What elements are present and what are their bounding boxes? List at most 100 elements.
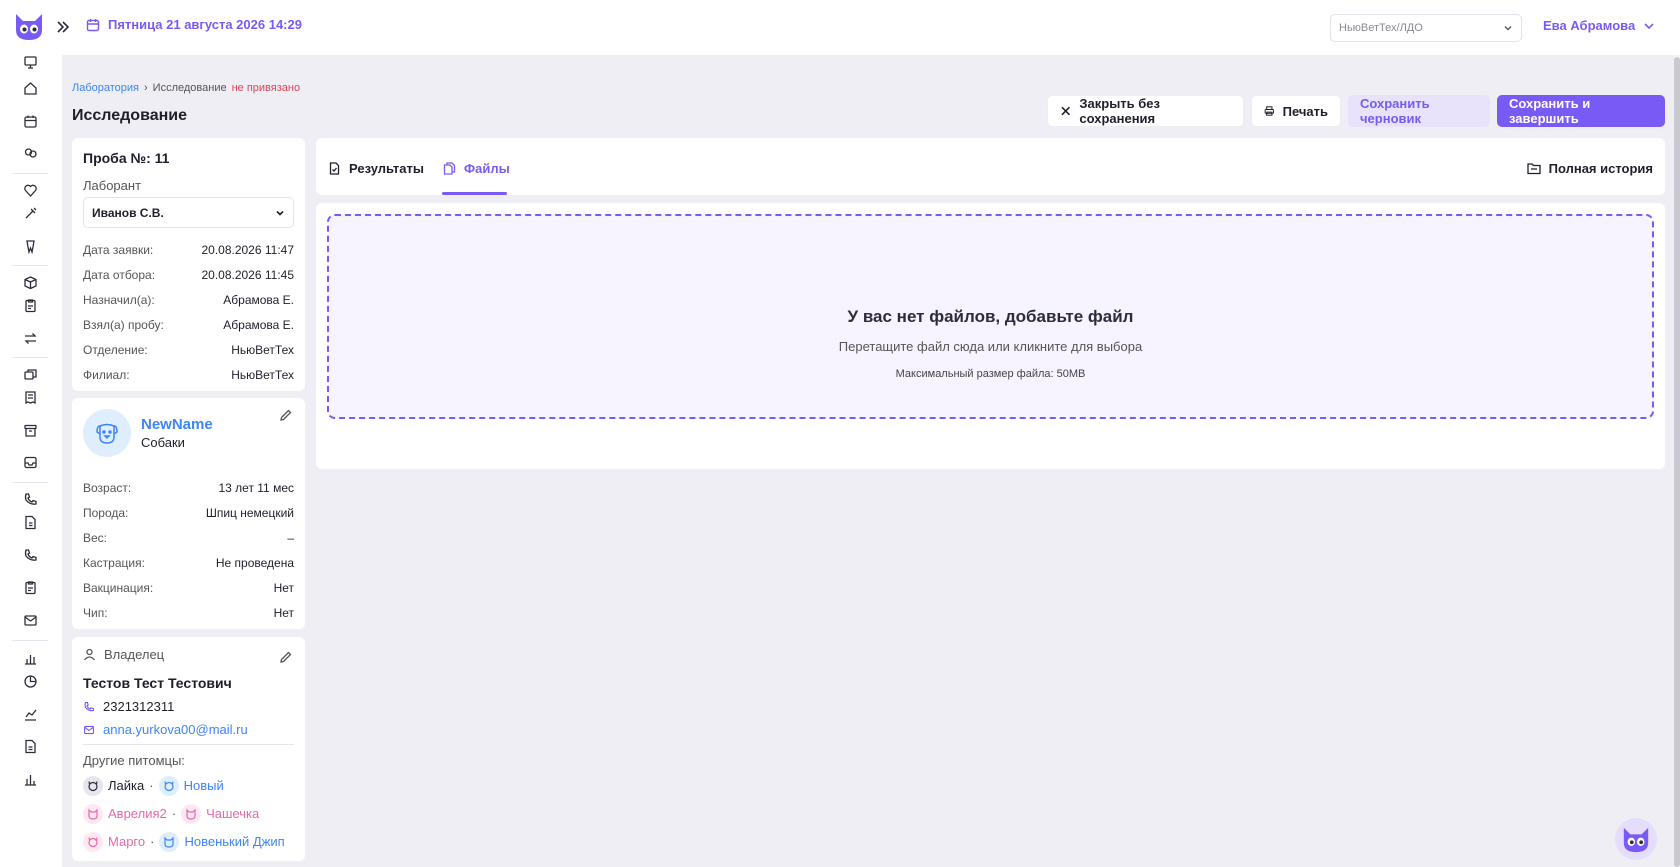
box-icon[interactable] xyxy=(23,275,38,290)
chevron-down-icon xyxy=(1644,22,1654,29)
cat-icon xyxy=(83,803,103,824)
owner-phone[interactable]: 2321312311 xyxy=(83,699,294,714)
pet-card: NewName Собаки Возраст: 13 лет 11 мес Пор… xyxy=(72,398,305,629)
dropzone-max-size: Максимальный размер файла: 50MB xyxy=(895,368,1086,380)
tabs-bar: Результаты Файлы Полная история xyxy=(316,138,1665,195)
print-button[interactable]: Печать xyxy=(1251,95,1341,127)
save-draft-button[interactable]: Сохранить черновик xyxy=(1348,95,1490,127)
archive-icon[interactable] xyxy=(23,423,38,438)
inbox-icon[interactable] xyxy=(23,455,38,470)
sample-detail-row: Дата заявки: 20.08.2026 11:47 xyxy=(83,237,294,262)
owner-email-value: anna.yurkova00@mail.ru xyxy=(103,722,248,737)
tab-files[interactable]: Файлы xyxy=(443,161,510,176)
dropzone-title: У вас нет файлов, добавьте файл xyxy=(847,307,1134,326)
line-chart-icon[interactable] xyxy=(23,707,38,722)
pie-chart-icon[interactable] xyxy=(23,674,38,689)
tab-results[interactable]: Результаты xyxy=(328,161,424,176)
other-pet-link[interactable]: Лайка xyxy=(108,778,144,793)
monitor-icon[interactable] xyxy=(23,55,38,70)
save-finish-label: Сохранить и завершить xyxy=(1509,96,1591,126)
lab-assistant-label: Лаборант xyxy=(83,178,142,193)
mail-icon[interactable] xyxy=(23,613,38,628)
clipboard-icon[interactable] xyxy=(23,298,38,313)
bar-chart-icon[interactable] xyxy=(23,651,38,666)
sidebar xyxy=(0,55,62,867)
detail-label: Чип: xyxy=(83,605,108,620)
dog-icon xyxy=(96,423,118,444)
full-history-button[interactable]: Полная история xyxy=(1526,161,1653,176)
page-scrollbar[interactable] xyxy=(1674,55,1680,867)
chevron-down-icon xyxy=(276,210,284,216)
receipt-icon[interactable] xyxy=(23,390,38,405)
cat-logo-icon[interactable] xyxy=(12,10,46,42)
detail-value: НьюВетТех xyxy=(231,342,294,357)
stack-icon[interactable] xyxy=(23,367,38,382)
lab-assistant-value: Иванов С.В. xyxy=(92,205,164,220)
phone-icon[interactable] xyxy=(23,492,38,507)
detail-label: Вакцинация: xyxy=(83,580,154,595)
owner-email[interactable]: anna.yurkova00@mail.ru xyxy=(83,722,294,737)
transfer-icon[interactable] xyxy=(23,331,38,346)
syringe-icon[interactable] xyxy=(23,206,38,221)
detail-label: Взял(а) пробу: xyxy=(83,317,164,332)
other-pets-label: Другие питомцы: xyxy=(83,753,185,768)
tab-results-label: Результаты xyxy=(349,161,424,176)
mail-icon xyxy=(84,725,94,734)
breadcrumb-separator: › xyxy=(144,82,148,94)
phone-call-icon[interactable] xyxy=(23,548,38,563)
detail-label: Назначил(а): xyxy=(83,292,155,307)
current-datetime: Пятница 21 августа 2026 14:29 xyxy=(86,17,302,32)
statistics-icon[interactable] xyxy=(23,772,38,787)
clipboard-list-icon[interactable] xyxy=(23,580,38,595)
sidebar-divider xyxy=(12,640,48,641)
sample-title: Проба №: 11 xyxy=(83,150,170,166)
detail-value: 20.08.2026 11:47 xyxy=(201,242,294,257)
expand-sidebar-icon[interactable] xyxy=(55,19,71,35)
heart-icon[interactable] xyxy=(23,183,38,198)
assistant-chat-button[interactable] xyxy=(1615,818,1657,860)
other-pet-link[interactable]: Марго xyxy=(108,834,145,849)
pet-name[interactable]: NewName xyxy=(141,416,213,433)
breadcrumb-status: не привязано xyxy=(231,82,301,94)
detail-label: Порода: xyxy=(83,505,129,520)
other-pet-link[interactable]: Аврелия2 xyxy=(108,806,167,821)
sample-details: Дата заявки: 20.08.2026 11:47 Дата отбора… xyxy=(83,237,294,387)
detail-value: 20.08.2026 11:45 xyxy=(201,267,294,282)
breadcrumb-laboratory-link[interactable]: Лаборатория xyxy=(72,82,139,94)
pet-header: NewName Собаки xyxy=(83,408,294,458)
document-icon[interactable] xyxy=(23,515,38,530)
detail-value: Нет xyxy=(273,605,294,620)
pet-detail-row: Вес: – xyxy=(83,525,294,550)
branch-select[interactable]: НьюВетТех/ЛДО xyxy=(1330,14,1522,42)
file-dropzone[interactable]: У вас нет файлов, добавьте файл Перетащи… xyxy=(327,214,1654,419)
close-without-saving-button[interactable]: Закрыть без сохранения xyxy=(1047,95,1244,127)
other-pet-link[interactable]: Чашечка xyxy=(206,806,259,821)
edit-pencil-icon[interactable] xyxy=(279,650,293,664)
report-icon[interactable] xyxy=(23,739,38,754)
scrollbar-thumb[interactable] xyxy=(1674,57,1680,867)
detail-value: – xyxy=(287,530,294,545)
home-icon[interactable] xyxy=(23,81,38,96)
dog-icon xyxy=(158,775,179,796)
save-and-finish-button[interactable]: Сохранить и завершить xyxy=(1497,95,1665,127)
edit-pencil-icon[interactable] xyxy=(279,408,293,422)
detail-value: Абрамова Е. xyxy=(223,292,294,307)
owner-divider xyxy=(83,744,294,745)
separator-dot: · xyxy=(150,834,155,849)
tooth-icon[interactable] xyxy=(23,239,38,254)
detail-value: Абрамова Е. xyxy=(223,317,294,332)
users-icon[interactable] xyxy=(23,146,38,161)
other-pet-link[interactable]: Новый xyxy=(184,778,224,793)
pet-details: Возраст: 13 лет 11 мес Порода: Шпиц немецк… xyxy=(83,475,294,625)
user-menu[interactable]: Ева Абрамова xyxy=(1543,18,1655,33)
calendar-icon[interactable] xyxy=(23,114,38,129)
lab-assistant-select[interactable]: Иванов С.В. xyxy=(83,197,294,228)
detail-label: Дата отбора: xyxy=(83,267,156,282)
detail-label: Дата заявки: xyxy=(83,242,154,257)
datetime-text: Пятница 21 августа 2026 14:29 xyxy=(108,17,302,32)
owner-name: Тестов Тест Тестович xyxy=(83,675,232,691)
pet-detail-row: Возраст: 13 лет 11 мес xyxy=(83,475,294,500)
other-pet-link[interactable]: Новенький Джип xyxy=(184,834,284,849)
detail-label: Вес: xyxy=(83,530,108,545)
owner-label: Владелец xyxy=(83,647,294,662)
